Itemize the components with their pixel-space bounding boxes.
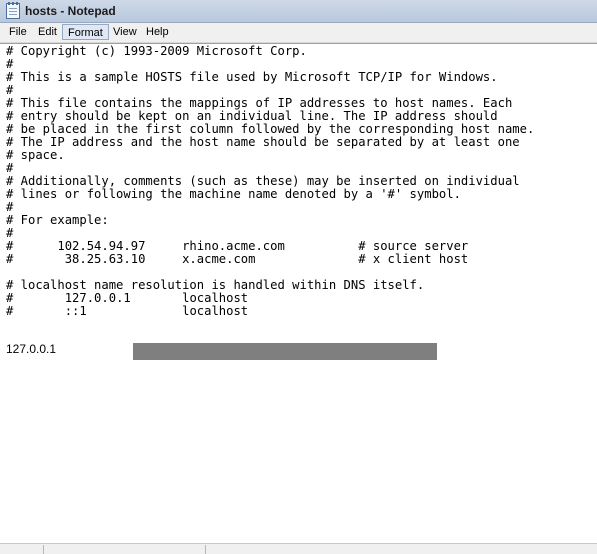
- notepad-icon: [6, 2, 20, 19]
- menu-format[interactable]: Format: [62, 24, 109, 40]
- text-line: # Copyright (c) 1993-2009 Microsoft Corp…: [6, 44, 307, 58]
- text-line: # ::1 localhost: [6, 304, 249, 318]
- text-line: # 38.25.63.10 x.acme.com # x client host: [6, 252, 469, 266]
- status-bar: [0, 543, 597, 554]
- redacted-hostname: [133, 343, 437, 360]
- text-line: # For example:: [6, 213, 109, 227]
- menu-help[interactable]: Help: [141, 24, 174, 40]
- window-title: hosts - Notepad: [25, 4, 116, 18]
- text-line: # This is a sample HOSTS file used by Mi…: [6, 70, 498, 84]
- text-line: # The IP address and the host name shoul…: [6, 135, 520, 149]
- menu-bar: File Edit Format View Help: [0, 23, 597, 43]
- custom-host-entry-ip: 127.0.0.1: [6, 342, 57, 356]
- text-editor[interactable]: # Copyright (c) 1993-2009 Microsoft Corp…: [0, 43, 597, 543]
- menu-view[interactable]: View: [108, 24, 142, 40]
- text-line: # lines or following the machine name de…: [6, 187, 461, 201]
- menu-file[interactable]: File: [4, 24, 32, 40]
- title-bar[interactable]: hosts - Notepad: [0, 0, 597, 23]
- menu-edit[interactable]: Edit: [33, 24, 62, 40]
- text-line: # space.: [6, 148, 65, 162]
